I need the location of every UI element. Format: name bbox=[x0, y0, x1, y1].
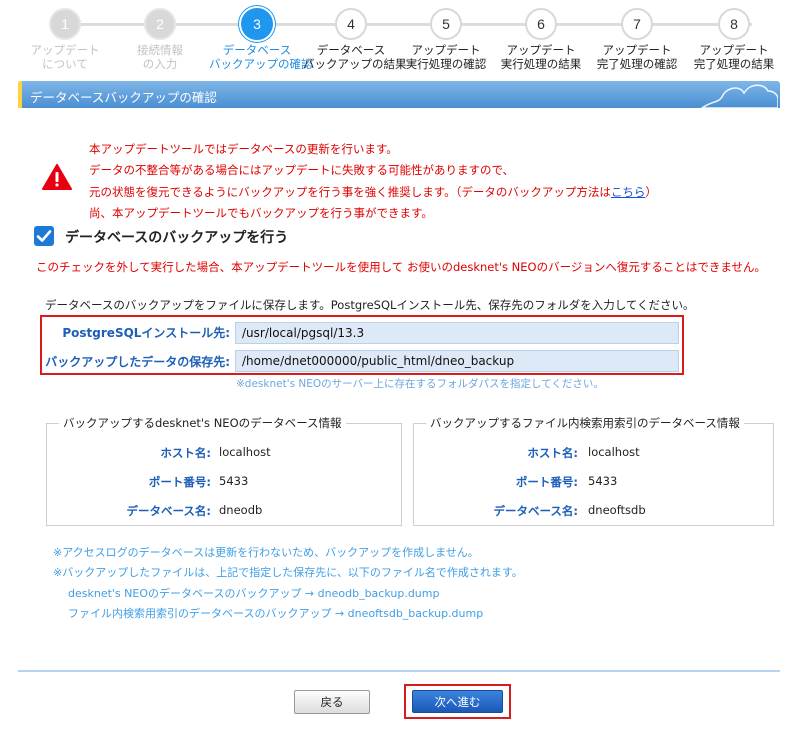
backup-notes: ※アクセスログのデータベースは更新を行わないため、バックアップを作成しません。 … bbox=[53, 543, 523, 624]
step-6: 6 アップデート 実行処理の結果 bbox=[493, 8, 589, 71]
fts-db-host-label: ホスト名: bbox=[527, 446, 578, 460]
step-1-label-1: アップデート bbox=[30, 43, 100, 57]
next-button-highlight: 次へ進む bbox=[404, 684, 511, 719]
step-5-number: 5 bbox=[430, 8, 462, 40]
backup-checkbox[interactable] bbox=[34, 226, 54, 246]
warning-line-3-close: ） bbox=[645, 184, 657, 199]
step-4-label-1: データベース bbox=[316, 43, 386, 57]
backup-checkbox-label[interactable]: データベースのバックアップを行う bbox=[65, 227, 288, 247]
neo-db-info-box: バックアップするdesknet's NEOのデータベース情報 ホスト名: loc… bbox=[46, 415, 402, 526]
step-5-label-2: 実行処理の確認 bbox=[405, 57, 487, 71]
step-2-label-2: の入力 bbox=[142, 57, 178, 71]
step-5: 5 アップデート 実行処理の確認 bbox=[398, 8, 494, 71]
step-8: 8 アップデート 完了処理の結果 bbox=[686, 8, 782, 71]
install-path-input[interactable] bbox=[235, 322, 679, 344]
path-fields-highlight: PostgreSQLインストール先: バックアップしたデータの保存先: bbox=[40, 315, 684, 375]
footer-divider bbox=[18, 670, 780, 672]
progress-stepper: 1 アップデート について 2 接続情報 の入力 3 データベース バックアップの確認… bbox=[20, 8, 790, 78]
note-file-location: ※バックアップしたファイルは、上記で指定した保存先に、以下のファイル名で作成され… bbox=[53, 566, 523, 580]
neo-db-port-value: 5433 bbox=[219, 474, 249, 488]
step-1-number: 1 bbox=[49, 8, 81, 40]
cloud-icon bbox=[700, 84, 778, 108]
section-header-accent bbox=[18, 81, 22, 108]
fts-db-port-label: ポート番号: bbox=[515, 475, 578, 489]
step-3-label-1: データベース bbox=[222, 43, 292, 57]
step-7-label-1: アップデート bbox=[602, 43, 672, 57]
step-4-number: 4 bbox=[335, 8, 367, 40]
back-button[interactable]: 戻る bbox=[294, 690, 370, 714]
section-header: データベースバックアップの確認 bbox=[18, 81, 780, 108]
neo-db-info-legend: バックアップするdesknet's NEOのデータベース情報 bbox=[59, 415, 346, 431]
warning-message: 本アップデートツールではデータベースの更新を行います。 データの不整合等がある場… bbox=[89, 139, 657, 224]
warning-line-3: 元の状態を復元できるようにバックアップを行う事を強く推奨します。（データのバック… bbox=[89, 182, 657, 203]
step-3-number: 3 bbox=[241, 8, 273, 40]
step-1: 1 アップデート について bbox=[17, 8, 113, 71]
save-path-label: バックアップしたデータの保存先: bbox=[45, 355, 230, 369]
step-6-label-1: アップデート bbox=[506, 43, 576, 57]
step-1-label-2: について bbox=[42, 57, 88, 71]
step-2-label-1: 接続情報 bbox=[137, 43, 183, 57]
install-path-label: PostgreSQLインストール先: bbox=[62, 326, 230, 340]
step-2: 2 接続情報 の入力 bbox=[112, 8, 208, 71]
warning-line-1: 本アップデートツールではデータベースの更新を行います。 bbox=[89, 142, 398, 156]
fts-db-info-box: バックアップするファイル内検索用索引のデータベース情報 ホスト名: localh… bbox=[413, 415, 774, 526]
step-5-label-1: アップデート bbox=[411, 43, 481, 57]
fts-db-host-value: localhost bbox=[588, 445, 640, 459]
fts-db-info-legend: バックアップするファイル内検索用索引のデータベース情報 bbox=[426, 415, 744, 431]
step-2-number: 2 bbox=[144, 8, 176, 40]
backup-warning-note: このチェックを外して実行した場合、本アップデートツールを使用して お使いのdes… bbox=[36, 260, 767, 274]
step-4-label-2: バックアップの結果 bbox=[303, 57, 407, 71]
fts-db-name-value: dneoftsdb bbox=[588, 503, 646, 517]
neo-db-name-value: dneodb bbox=[219, 503, 263, 517]
checkmark-icon bbox=[36, 230, 52, 242]
note-access-log: ※アクセスログのデータベースは更新を行わないため、バックアップを作成しません。 bbox=[53, 546, 479, 559]
section-title: データベースバックアップの確認 bbox=[30, 90, 217, 105]
next-button[interactable]: 次へ進む bbox=[412, 690, 503, 713]
warning-icon bbox=[42, 164, 72, 190]
fts-db-port-value: 5433 bbox=[588, 474, 618, 488]
step-8-label-2: 完了処理の結果 bbox=[693, 57, 775, 71]
step-8-number: 8 bbox=[718, 8, 750, 40]
backup-description: データベースのバックアップをファイルに保存します。PostgreSQLインストー… bbox=[45, 298, 695, 312]
fts-db-name-label: データベース名: bbox=[493, 504, 578, 518]
warning-line-2: データの不整合等がある場合にはアップデートに失敗する可能性がありますので、 bbox=[89, 163, 515, 178]
note-neo-dump: desknet's NEOのデータベースのバックアップ → dneodb_bac… bbox=[68, 586, 440, 600]
backup-method-link[interactable]: こちら bbox=[611, 185, 646, 199]
step-4: 4 データベース バックアップの結果 bbox=[303, 8, 407, 71]
step-3: 3 データベース バックアップの確認 bbox=[209, 8, 313, 71]
neo-db-host-value: localhost bbox=[219, 445, 271, 459]
step-7-number: 7 bbox=[621, 8, 653, 40]
neo-db-name-label: データベース名: bbox=[126, 504, 211, 518]
neo-db-host-label: ホスト名: bbox=[160, 446, 211, 460]
step-6-label-2: 実行処理の結果 bbox=[500, 57, 582, 71]
step-6-number: 6 bbox=[525, 8, 557, 40]
neo-db-port-label: ポート番号: bbox=[148, 475, 211, 489]
warning-line-3-text: 元の状態を復元できるようにバックアップを行う事を強く推奨します。（データのバック… bbox=[89, 184, 611, 199]
step-8-label-1: アップデート bbox=[699, 43, 769, 57]
step-3-label-2: バックアップの確認 bbox=[209, 57, 313, 71]
step-7-label-2: 完了処理の確認 bbox=[596, 57, 678, 71]
warning-line-4: 尚、本アップデートツールでもバックアップを行う事ができます。 bbox=[89, 205, 433, 220]
save-path-input[interactable] bbox=[235, 350, 679, 372]
step-7: 7 アップデート 完了処理の確認 bbox=[589, 8, 685, 71]
note-fts-dump: ファイル内検索用索引のデータベースのバックアップ → dneoftsdb_bac… bbox=[68, 606, 484, 620]
save-path-hint: ※desknet's NEOのサーバー上に存在するフォルダパスを指定してください… bbox=[236, 378, 604, 390]
